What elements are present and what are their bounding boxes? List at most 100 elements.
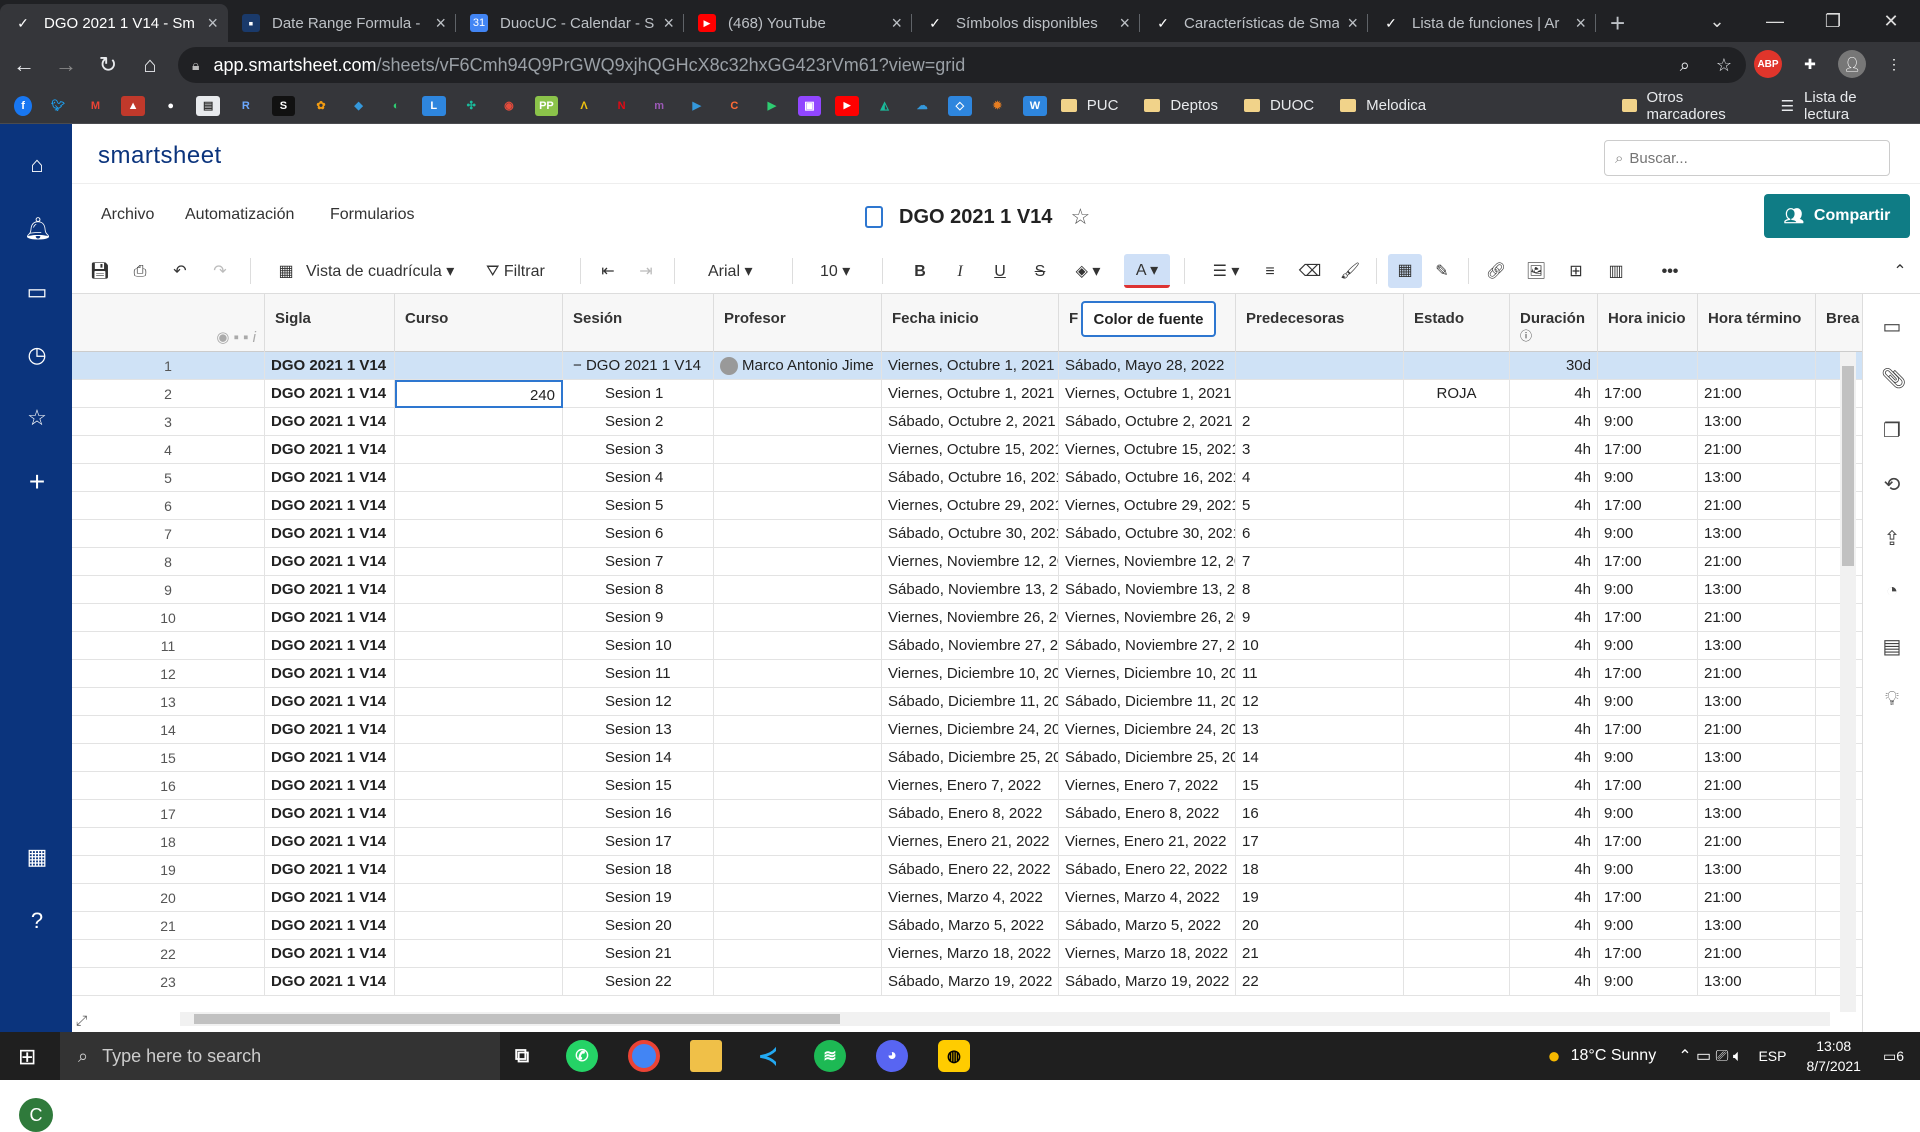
cell-hora-termino[interactable]: 13:00 bbox=[1698, 632, 1816, 660]
cell-duracion[interactable]: 4h bbox=[1510, 464, 1598, 492]
cell-duracion[interactable]: 4h bbox=[1510, 968, 1598, 996]
cell-hora-inicio[interactable]: 17:00 bbox=[1598, 828, 1698, 856]
app-icon[interactable]: W bbox=[1023, 95, 1047, 116]
cell-hora-termino[interactable]: 13:00 bbox=[1698, 856, 1816, 884]
cell-estado[interactable] bbox=[1404, 464, 1510, 492]
bookmark-folder-duoc[interactable]: DUOC bbox=[1243, 97, 1314, 114]
cell-profesor[interactable] bbox=[714, 828, 882, 856]
col-header-duracion[interactable]: Duración ⓘ bbox=[1510, 294, 1598, 352]
cell-hora-inicio[interactable]: 17:00 bbox=[1598, 548, 1698, 576]
tab-smartsheet[interactable]: ✓ DGO 2021 1 V14 - Sm × bbox=[0, 4, 228, 42]
cell-duracion[interactable]: 4h bbox=[1510, 632, 1598, 660]
cell-sesion[interactable]: Sesion 19 bbox=[563, 884, 714, 912]
font-size-selector[interactable]: 10 ▾ bbox=[820, 260, 850, 284]
cell-hora-inicio[interactable]: 9:00 bbox=[1598, 968, 1698, 996]
cell-hora-termino[interactable]: 13:00 bbox=[1698, 408, 1816, 436]
cell-hora-termino[interactable]: 13:00 bbox=[1698, 520, 1816, 548]
cell-fecha-fin[interactable]: Viernes, Marzo 4, 2022 bbox=[1059, 884, 1236, 912]
cell-duracion[interactable]: 4h bbox=[1510, 744, 1598, 772]
cell-sigla[interactable]: DGO 2021 1 V14 bbox=[265, 464, 395, 492]
cell-fecha-fin[interactable]: Sábado, Marzo 19, 2022 bbox=[1059, 968, 1236, 996]
url-input[interactable]: 🔒︎ app.smartsheet.com/sheets/vF6Cmh94Q9P… bbox=[178, 47, 1746, 83]
cell-fecha-fin[interactable]: Sábado, Diciembre 25, 2021 bbox=[1059, 744, 1236, 772]
cell-curso[interactable] bbox=[395, 716, 563, 744]
cell-duracion[interactable]: 4h bbox=[1510, 436, 1598, 464]
font-selector[interactable]: Arial ▾ bbox=[708, 260, 753, 284]
cell-hora-inicio[interactable]: 17:00 bbox=[1598, 940, 1698, 968]
cell-sesion[interactable]: Sesion 16 bbox=[563, 800, 714, 828]
cell-fecha-inicio[interactable]: Sábado, Noviembre 27, 2021 bbox=[882, 632, 1059, 660]
cell-sesion[interactable]: Sesion 14 bbox=[563, 744, 714, 772]
cell-fecha-inicio[interactable]: Viernes, Marzo 4, 2022 bbox=[882, 884, 1059, 912]
table-row[interactable]: 18 DGO 2021 1 V14 Sesion 17 Viernes, Enero … bbox=[72, 828, 1862, 856]
app-icon[interactable]: C bbox=[723, 96, 747, 116]
reload-icon[interactable]: ↻ bbox=[90, 52, 126, 78]
cell-sigla[interactable]: DGO 2021 1 V14 bbox=[265, 716, 395, 744]
cell-fecha-fin[interactable]: Viernes, Noviembre 26, 2021 bbox=[1059, 604, 1236, 632]
cell-profesor[interactable] bbox=[714, 464, 882, 492]
cell-duracion[interactable]: 4h bbox=[1510, 856, 1598, 884]
cell-hora-termino[interactable]: 13:00 bbox=[1698, 800, 1816, 828]
cell-fecha-fin[interactable]: Viernes, Diciembre 24, 2021 bbox=[1059, 716, 1236, 744]
format-painter-icon[interactable]: 🖌︎ bbox=[1338, 260, 1362, 284]
table-row[interactable]: 12 DGO 2021 1 V14 Sesion 11 Viernes, Diciem… bbox=[72, 660, 1862, 688]
cell-fecha-inicio[interactable]: Sábado, Marzo 19, 2022 bbox=[882, 968, 1059, 996]
cell-sigla[interactable]: DGO 2021 1 V14 bbox=[265, 800, 395, 828]
image-icon[interactable]: 🖼︎ bbox=[1524, 260, 1548, 284]
cell-duracion[interactable]: 4h bbox=[1510, 548, 1598, 576]
lightbulb-icon[interactable]: 💡︎ bbox=[1881, 688, 1903, 710]
file-explorer-icon[interactable] bbox=[690, 1040, 722, 1072]
cell-hora-termino[interactable]: 21:00 bbox=[1698, 380, 1816, 408]
bell-icon[interactable]: 🔔︎ bbox=[24, 216, 52, 242]
cell-hora-termino[interactable]: 21:00 bbox=[1698, 828, 1816, 856]
cell-duracion[interactable]: 4h bbox=[1510, 884, 1598, 912]
taskbar-search[interactable]: ⌕ Type here to search bbox=[60, 1032, 500, 1080]
cell-sesion[interactable]: Sesion 22 bbox=[563, 968, 714, 996]
cell-hora-inicio[interactable]: 17:00 bbox=[1598, 436, 1698, 464]
comments-icon[interactable]: ▭ bbox=[1881, 314, 1903, 338]
cell-fecha-fin[interactable]: Viernes, Octubre 29, 2021 bbox=[1059, 492, 1236, 520]
cell-estado[interactable] bbox=[1404, 884, 1510, 912]
table-row[interactable]: 1 DGO 2021 1 V14 − DGO 2021 1 V14 Marco Ant… bbox=[72, 352, 1862, 380]
cell-sigla[interactable]: DGO 2021 1 V14 bbox=[265, 912, 395, 940]
cell-curso[interactable] bbox=[395, 828, 563, 856]
col-header-sigla[interactable]: Sigla bbox=[265, 294, 395, 352]
cell-estado[interactable] bbox=[1404, 548, 1510, 576]
cell-hora-inicio[interactable]: 17:00 bbox=[1598, 884, 1698, 912]
cell-predecesoras[interactable]: 13 bbox=[1236, 716, 1404, 744]
collapse-toolbar-icon[interactable]: ⌃ bbox=[1888, 260, 1912, 284]
reading-list[interactable]: ☰ Lista de lectura bbox=[1781, 89, 1895, 123]
cell-duracion[interactable]: 4h bbox=[1510, 828, 1598, 856]
cell-sesion[interactable]: Sesion 18 bbox=[563, 856, 714, 884]
cell-fecha-inicio[interactable]: Viernes, Enero 7, 2022 bbox=[882, 772, 1059, 800]
cell-fecha-inicio[interactable]: Sábado, Octubre 16, 2021 bbox=[882, 464, 1059, 492]
cell-hora-inicio[interactable]: 17:00 bbox=[1598, 380, 1698, 408]
cell-estado[interactable] bbox=[1404, 408, 1510, 436]
cell-sesion[interactable]: Sesion 15 bbox=[563, 772, 714, 800]
forward-icon[interactable]: → bbox=[48, 52, 84, 78]
cell-sigla[interactable]: DGO 2021 1 V14 bbox=[265, 520, 395, 548]
cell-hora-inicio[interactable]: 17:00 bbox=[1598, 660, 1698, 688]
cell-predecesoras[interactable] bbox=[1236, 352, 1404, 380]
bookmark-star-icon[interactable]: ☆ bbox=[1716, 55, 1732, 76]
app-icon[interactable]: m bbox=[647, 96, 671, 116]
netflix-icon[interactable]: N bbox=[610, 96, 634, 116]
cell-fecha-fin[interactable]: Viernes, Octubre 15, 2021 bbox=[1059, 436, 1236, 464]
cell-duracion[interactable]: 4h bbox=[1510, 940, 1598, 968]
cell-sigla[interactable]: DGO 2021 1 V14 bbox=[265, 380, 395, 408]
app-icon[interactable]: ▶ bbox=[760, 96, 784, 116]
grid-format-icon[interactable]: ▦ bbox=[1388, 254, 1422, 288]
cell-predecesoras[interactable]: 11 bbox=[1236, 660, 1404, 688]
cell-sesion[interactable]: − DGO 2021 1 V14 bbox=[563, 352, 714, 380]
vscode-icon[interactable]: ≺ bbox=[752, 1040, 784, 1072]
fill-color-icon[interactable]: ◈ ▾ bbox=[1068, 260, 1108, 284]
table-row[interactable]: 3 DGO 2021 1 V14 Sesion 2 Sábado, Octubre 2… bbox=[72, 408, 1862, 436]
card-icon[interactable]: ▥ bbox=[1604, 260, 1628, 284]
cell-estado[interactable] bbox=[1404, 688, 1510, 716]
tab-funciones[interactable]: ✓ Lista de funciones | Ar × bbox=[1368, 4, 1596, 42]
cell-hora-inicio[interactable]: 9:00 bbox=[1598, 632, 1698, 660]
cell-curso[interactable] bbox=[395, 436, 563, 464]
col-header-break[interactable]: Brea bbox=[1816, 294, 1862, 352]
cell-estado[interactable] bbox=[1404, 632, 1510, 660]
cell-hora-inicio[interactable]: 9:00 bbox=[1598, 856, 1698, 884]
